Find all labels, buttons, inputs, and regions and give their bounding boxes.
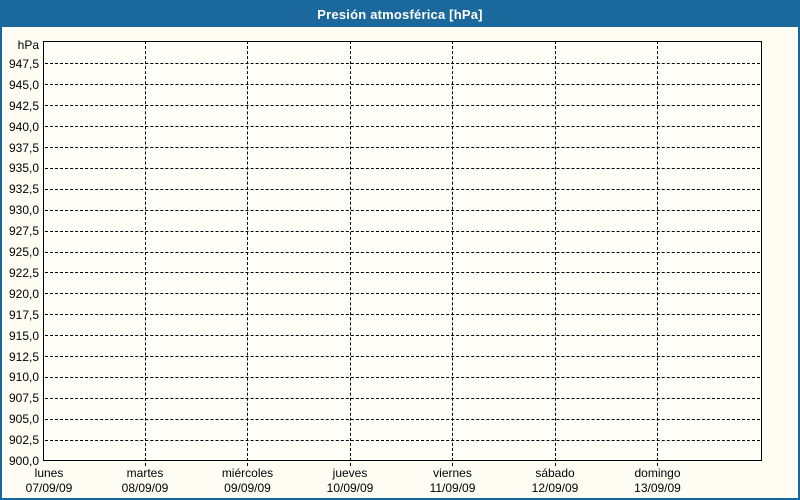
y-axis-label: 905,0 <box>8 412 39 427</box>
h-gridline <box>45 105 760 107</box>
h-gridline <box>45 84 760 86</box>
h-gridline <box>45 209 760 211</box>
v-gridline <box>144 41 146 466</box>
v-gridline <box>554 41 556 466</box>
v-gridline <box>247 41 248 466</box>
y-axis-label: 907,5 <box>8 391 39 406</box>
x-axis-day-label: jueves 10/09/09 <box>298 466 402 496</box>
h-gridline <box>45 356 760 357</box>
y-axis-label: 945,0 <box>8 77 39 92</box>
y-axis-label: 930,0 <box>8 203 39 218</box>
h-gridline <box>45 376 760 378</box>
h-gridline <box>45 188 760 190</box>
x-axis-day-label: domingo 13/09/09 <box>606 466 710 496</box>
y-axis-label: 935,0 <box>8 161 39 176</box>
chart-window-frame: Presión atmosférica [hPa] hPa 947,5 945,0… <box>0 0 800 500</box>
x-axis-day-label: miércoles 09/09/09 <box>196 466 300 496</box>
day-date: 09/09/09 <box>224 481 271 495</box>
y-axis-label: 910,0 <box>8 370 39 385</box>
x-axis-day-label: lunes 07/09/09 <box>2 466 101 496</box>
y-axis-label: 942,5 <box>8 98 39 113</box>
h-gridline <box>45 418 760 420</box>
y-axis-label: 940,0 <box>8 119 39 134</box>
h-gridline <box>45 230 760 232</box>
day-name: viernes <box>433 466 472 480</box>
day-date: 10/09/09 <box>326 481 374 495</box>
y-axis-label: 912,5 <box>8 349 39 364</box>
v-gridline <box>657 41 658 466</box>
day-name: lunes <box>34 466 64 480</box>
y-axis-label: 925,0 <box>8 245 39 259</box>
h-gridline <box>45 397 760 399</box>
h-gridline <box>45 272 760 274</box>
h-gridline <box>45 147 760 148</box>
day-date: 12/09/09 <box>531 481 579 495</box>
y-axis-label: 947,5 <box>8 56 39 71</box>
h-gridline <box>45 167 760 169</box>
h-gridline <box>45 63 760 65</box>
day-date: 13/09/09 <box>634 481 681 495</box>
x-axis-day-label: viernes 11/09/09 <box>401 466 505 496</box>
h-gridline <box>45 335 760 337</box>
y-axis-label: 917,5 <box>8 307 39 322</box>
h-gridline <box>45 439 760 441</box>
day-date: 07/09/09 <box>25 481 73 495</box>
h-gridline <box>45 293 760 295</box>
day-date: 11/09/09 <box>429 481 476 495</box>
h-gridline <box>45 126 760 128</box>
y-axis-label: 922,5 <box>8 265 39 280</box>
y-axis-label: 927,5 <box>8 224 39 239</box>
y-axis-label: 902,5 <box>8 433 39 448</box>
x-axis-day-label: martes 08/09/09 <box>93 466 197 496</box>
y-axis-unit-label: hPa <box>17 38 39 52</box>
day-name: jueves <box>332 466 368 480</box>
y-axis-label: 920,0 <box>8 286 39 301</box>
day-name: martes <box>126 466 164 480</box>
h-gridline <box>45 251 760 253</box>
chart-area: hPa 947,5 945,0 942,5 940,0 937,5 935,0 932,5 9… <box>2 2 798 498</box>
y-axis-label: 932,5 <box>8 182 39 197</box>
v-gridline <box>349 41 351 466</box>
day-date: 08/09/09 <box>121 481 169 495</box>
day-name: miércoles <box>221 466 274 480</box>
h-gridline <box>45 314 760 316</box>
x-axis-day-label: sábado 12/09/09 <box>503 466 607 496</box>
y-axis-label: 937,5 <box>8 140 39 155</box>
v-gridline <box>452 41 453 466</box>
y-axis-label: 915,0 <box>8 328 39 343</box>
day-name: sábado <box>535 466 575 480</box>
day-name: domingo <box>634 466 681 480</box>
